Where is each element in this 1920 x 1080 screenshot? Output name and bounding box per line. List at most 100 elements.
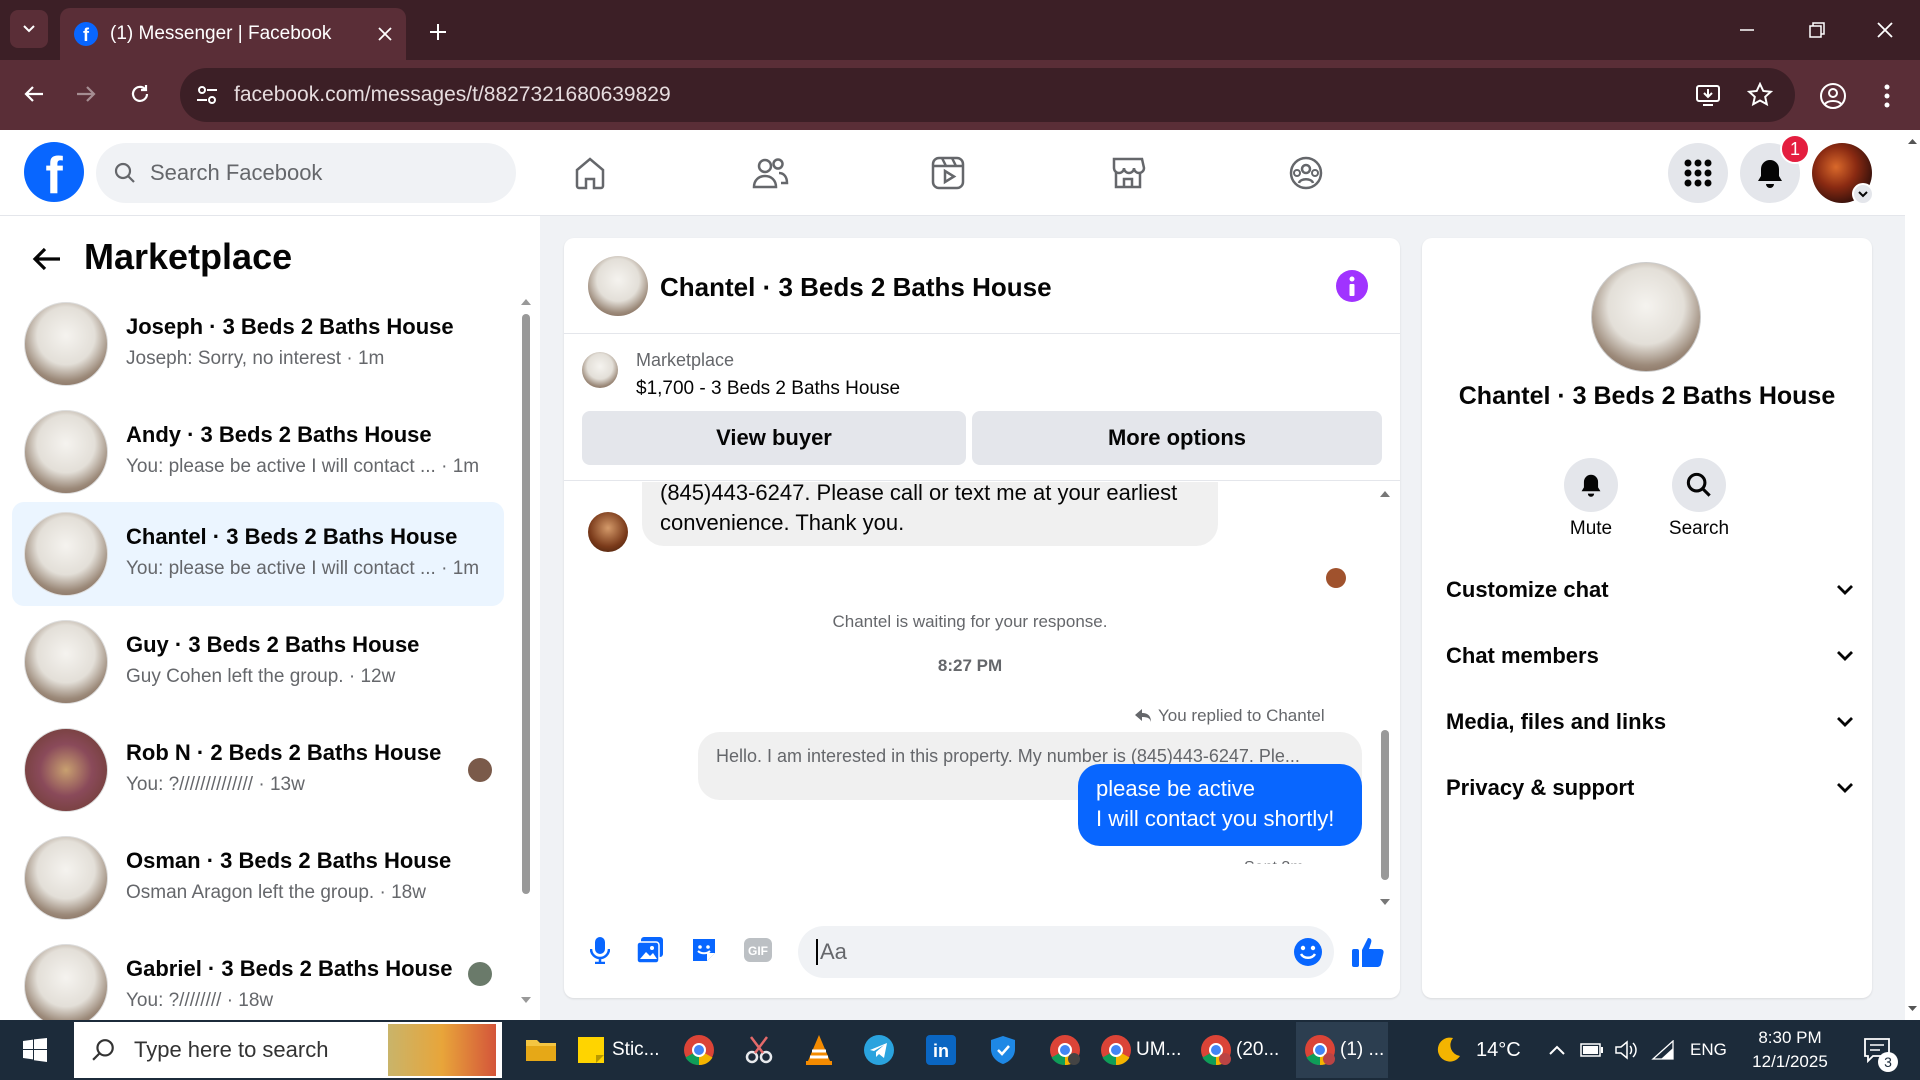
taskbar-telegram[interactable] — [856, 1022, 902, 1078]
minimize-button[interactable] — [1722, 10, 1772, 50]
messages-scrollbar[interactable] — [1378, 488, 1392, 908]
nav-friends[interactable] — [740, 148, 800, 198]
start-button[interactable] — [0, 1022, 70, 1078]
forward-button[interactable] — [66, 74, 106, 114]
network-status[interactable] — [1648, 1022, 1678, 1078]
emoji-button[interactable] — [1288, 932, 1328, 972]
conversation-list-scrollbar[interactable] — [520, 296, 532, 1006]
new-tab-button[interactable] — [420, 14, 456, 50]
browser-menu-button[interactable] — [1872, 78, 1902, 114]
show-hidden-icons-button[interactable] — [1544, 1022, 1570, 1078]
menu-grid-button[interactable] — [1668, 143, 1728, 203]
reload-button[interactable] — [120, 74, 160, 114]
customize-chat-row[interactable]: Customize chat — [1446, 564, 1854, 616]
url-bar[interactable]: facebook.com/messages/t/8827321680639829 — [180, 68, 1795, 122]
taskbar-defender[interactable] — [980, 1022, 1026, 1078]
search-in-conversation-button[interactable] — [1672, 458, 1726, 512]
more-options-button[interactable]: More options — [972, 411, 1382, 465]
input-language[interactable]: ENG — [1690, 1022, 1736, 1078]
scrollbar-thumb[interactable] — [522, 314, 530, 894]
sticker-button[interactable] — [686, 932, 722, 968]
scroll-up-arrow-icon[interactable] — [1378, 488, 1392, 500]
chat-header-avatar[interactable] — [588, 256, 648, 316]
taskbar-chrome-profile[interactable] — [1042, 1022, 1088, 1078]
conversation-item[interactable]: Andy · 3 Beds 2 Baths House You: please … — [12, 400, 504, 504]
bookmark-star-icon[interactable] — [1747, 82, 1773, 108]
weather-moon-icon[interactable] — [1428, 1022, 1468, 1078]
site-settings-icon[interactable] — [194, 82, 220, 108]
facebook-logo[interactable]: f — [24, 142, 84, 202]
taskbar-app-chrome-20[interactable]: (20... — [1200, 1022, 1288, 1078]
nav-home[interactable] — [560, 148, 620, 198]
message-input[interactable]: Aa — [798, 926, 1334, 978]
battery-status[interactable] — [1578, 1022, 1606, 1078]
scroll-down-arrow-icon[interactable] — [1905, 1002, 1920, 1016]
weather-temperature[interactable]: 14°C — [1476, 1022, 1536, 1078]
privacy-support-row[interactable]: Privacy & support — [1446, 762, 1854, 814]
scrollbar-thumb[interactable] — [1381, 730, 1389, 880]
facebook-search-input[interactable]: Search Facebook — [96, 143, 516, 203]
taskbar-chrome[interactable] — [676, 1022, 722, 1078]
voice-clip-button[interactable] — [582, 932, 618, 968]
notification-count: 1 — [1789, 138, 1800, 159]
tab-close-icon[interactable] — [378, 27, 392, 41]
account-menu-chevron[interactable] — [1852, 183, 1874, 205]
taskbar-search-box[interactable]: Type here to search — [74, 1022, 502, 1078]
browser-tab-messenger[interactable]: f (1) Messenger | Facebook — [60, 8, 406, 60]
mute-button[interactable] — [1564, 458, 1618, 512]
close-window-button[interactable] — [1860, 10, 1910, 50]
page-scrollbar[interactable] — [1905, 130, 1920, 1020]
nav-marketplace[interactable] — [1098, 148, 1158, 198]
svg-text:in: in — [933, 1041, 949, 1061]
media-files-links-row[interactable]: Media, files and links — [1446, 696, 1854, 748]
outgoing-message-bubble[interactable]: please be active I will contact you shor… — [1078, 764, 1362, 846]
profile-button[interactable] — [1815, 78, 1851, 114]
taskbar-app-chrome-um[interactable]: UM... — [1100, 1022, 1188, 1078]
conversation-item[interactable]: Rob N · 2 Beds 2 Baths House You: ?/////… — [12, 718, 504, 822]
scroll-down-arrow-icon[interactable] — [520, 994, 532, 1006]
conversation-item[interactable]: Gabriel · 3 Beds 2 Baths House You: ?///… — [12, 934, 504, 1020]
scroll-up-arrow-icon[interactable] — [1905, 134, 1920, 148]
send-like-button[interactable] — [1348, 930, 1388, 974]
nav-video[interactable] — [918, 148, 978, 198]
clock[interactable]: 8:30 PM 12/1/2025 — [1746, 1022, 1834, 1078]
taskbar-snipping-tool[interactable] — [736, 1022, 782, 1078]
reply-arrow-icon — [1135, 709, 1151, 722]
attach-photo-button[interactable] — [632, 932, 668, 968]
restore-button[interactable] — [1792, 10, 1842, 50]
install-app-icon[interactable] — [1695, 82, 1721, 108]
scroll-down-arrow-icon[interactable] — [1378, 896, 1392, 908]
view-buyer-button[interactable]: View buyer — [582, 411, 966, 465]
back-arrow-button[interactable] — [26, 238, 68, 280]
gif-button[interactable]: GIF — [740, 932, 776, 968]
taskbar-vlc[interactable] — [796, 1022, 842, 1078]
conversation-item[interactable]: Osman · 3 Beds 2 Baths House Osman Arago… — [12, 826, 504, 930]
conversation-info-button[interactable] — [1336, 270, 1368, 302]
volume-control[interactable] — [1612, 1022, 1640, 1078]
account-circle-icon — [1820, 83, 1846, 109]
taskbar-file-explorer[interactable] — [516, 1022, 566, 1078]
taskbar-app-sticky-notes[interactable]: Stic... — [576, 1022, 662, 1078]
back-button[interactable] — [14, 74, 54, 114]
conversation-item[interactable]: Guy · 3 Beds 2 Baths House Guy Cohen lef… — [12, 610, 504, 714]
taskbar-linkedin[interactable]: in — [918, 1022, 964, 1078]
tab-list-button[interactable] — [10, 10, 48, 48]
scroll-up-arrow-icon[interactable] — [520, 296, 532, 308]
sender-avatar — [588, 512, 628, 552]
nav-groups[interactable] — [1276, 148, 1336, 198]
incoming-message-line: (845)443-6247. Please call or text me at… — [660, 482, 1178, 505]
conversation-item-selected[interactable]: Chantel · 3 Beds 2 Baths House You: plea… — [12, 502, 504, 606]
taskbar-app-chrome-active[interactable]: (1) ... — [1296, 1022, 1388, 1078]
chat-header-title[interactable]: Chantel · 3 Beds 2 Baths House — [660, 272, 1052, 303]
notification-center-button[interactable]: 3 — [1852, 1022, 1902, 1078]
chat-members-row[interactable]: Chat members — [1446, 630, 1854, 682]
section-label: Customize chat — [1446, 577, 1609, 602]
conversation-preview: You: ?//////// · 18w — [126, 990, 274, 1011]
conversation-item[interactable]: Joseph · 3 Beds 2 Baths House Joseph: So… — [12, 292, 504, 396]
conversation-list-panel: Marketplace Joseph · 3 Beds 2 Baths Hous… — [0, 216, 540, 1020]
folder-icon — [526, 1040, 556, 1061]
info-avatar[interactable] — [1591, 262, 1701, 372]
chevron-down-icon — [1837, 585, 1853, 595]
listing-price-title[interactable]: $1,700 - 3 Beds 2 Baths House — [636, 378, 900, 400]
taskbar-app-label: Stic... — [612, 1039, 660, 1060]
